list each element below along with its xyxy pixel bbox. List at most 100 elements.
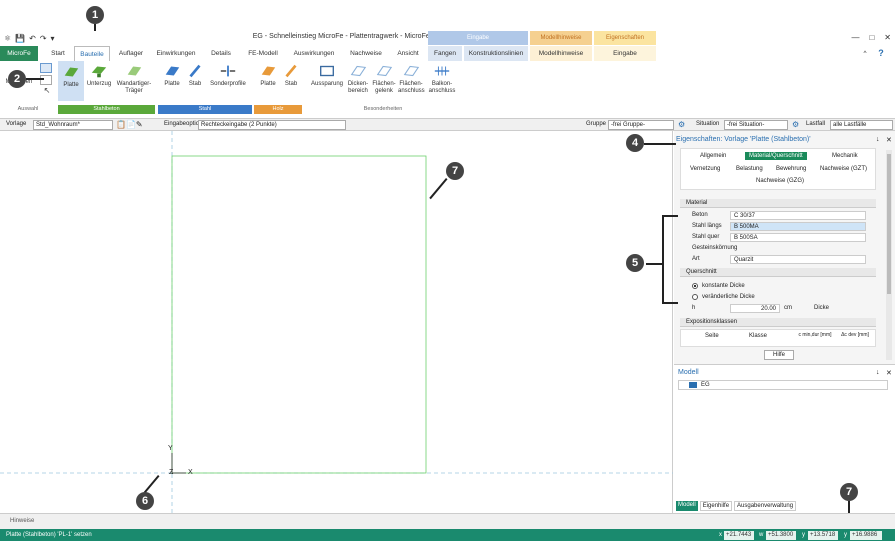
- close-icon[interactable]: ✕: [884, 33, 891, 42]
- group-stahl: Stahl: [158, 105, 252, 114]
- tab-eingabe[interactable]: Eingabe: [594, 46, 656, 61]
- balcony-connection-icon: [434, 66, 450, 76]
- model-pin-icon[interactable]: ↓: [876, 369, 880, 376]
- maximize-icon[interactable]: □: [869, 33, 874, 42]
- save-icon[interactable]: 💾: [15, 34, 25, 43]
- vorlage-select[interactable]: Std_Wohnraum*: [33, 120, 113, 130]
- tab-ansicht[interactable]: Ansicht: [392, 46, 424, 61]
- template-tools-icons[interactable]: 📋📄✎: [116, 120, 143, 129]
- tab-fangen[interactable]: Fangen: [428, 46, 462, 61]
- select-box-icon[interactable]: [40, 63, 52, 73]
- input-toolbar: Vorlage Std_Wohnraum* 📋📄✎ Eingabeoption …: [0, 119, 895, 131]
- tab-fe-modell[interactable]: FE-Modell: [242, 46, 284, 61]
- expo-col-dc: Δc dev [mm]: [841, 332, 869, 338]
- situation-select[interactable]: -frei Situation-: [724, 120, 788, 130]
- sonderprofile-button[interactable]: Sonderprofile: [206, 63, 250, 88]
- pointer-icon[interactable]: ↖: [40, 87, 54, 95]
- stahl-stab-label: Stab: [188, 81, 202, 87]
- drawing-canvas[interactable]: Y Z X: [0, 131, 673, 513]
- tab-bauteile[interactable]: Bauteile: [74, 46, 110, 61]
- platte-button[interactable]: Platte: [58, 61, 84, 101]
- gruppe-select[interactable]: -frei Gruppe-: [608, 120, 674, 130]
- select-poly-icon[interactable]: [40, 75, 52, 85]
- minimize-icon[interactable]: —: [851, 33, 859, 42]
- exposition-table-header: Seite Klasse c min,dur [mm] Δc dev [mm]: [680, 329, 876, 347]
- callout-7-canvas: 7: [446, 162, 464, 180]
- tab-details[interactable]: Details: [206, 46, 236, 61]
- tab-eigenhilfe[interactable]: Eigenhilfe: [699, 501, 733, 511]
- tab-material-querschnitt[interactable]: Material/Querschnitt: [745, 152, 807, 160]
- undo-icon[interactable]: ↶: [29, 34, 36, 43]
- lastfall-filter-icon[interactable]: ⚙: [792, 120, 799, 129]
- tab-vernetzung[interactable]: Vernetzung: [690, 166, 720, 172]
- tab-ausgabenverwaltung[interactable]: Ausgabenverwaltung: [734, 501, 797, 511]
- tab-nachweise-gzg[interactable]: Nachweise (GZG): [756, 178, 804, 184]
- vorlage-label: Vorlage: [6, 121, 27, 127]
- customize-icon[interactable]: ▾: [51, 34, 55, 43]
- redo-icon[interactable]: ↷: [40, 34, 47, 43]
- pin-icon[interactable]: ↓: [876, 136, 880, 143]
- canvas-drawing: [0, 131, 673, 513]
- tab-mechanik[interactable]: Mechanik: [832, 153, 858, 159]
- model-close-icon[interactable]: ✕: [886, 369, 892, 377]
- tab-nachweise-gzt[interactable]: Nachweise (GZT): [820, 166, 867, 172]
- stahl-laengs-select[interactable]: B 500MA: [730, 222, 866, 231]
- tab-einwirkungen[interactable]: Einwirkungen: [152, 46, 200, 61]
- callout-5-bracket-bottom: [662, 302, 678, 304]
- tab-modell[interactable]: Modell: [676, 501, 698, 511]
- tab-microfe[interactable]: MicroFe: [0, 46, 38, 61]
- radio-veraenderliche[interactable]: [692, 294, 698, 300]
- tab-nachweise[interactable]: Nachweise: [344, 46, 388, 61]
- wandartiger-label-1: Wandartiger-: [116, 81, 152, 87]
- h-input[interactable]: 20.00: [730, 304, 780, 313]
- querschnitt-section[interactable]: Querschnitt: [680, 268, 876, 277]
- dickenbereich-button[interactable]: Dicken- bereich: [346, 63, 370, 95]
- lastfall-select[interactable]: alle Lastfälle: [830, 120, 893, 130]
- props-scrollbar-thumb[interactable]: [887, 154, 891, 294]
- stahl-platte-label: Platte: [164, 81, 180, 87]
- wood-bar-icon: [285, 64, 297, 78]
- callout-4: 4: [626, 134, 644, 152]
- aussparung-button[interactable]: Aussparung: [308, 63, 346, 88]
- unterzug-button[interactable]: Unterzug: [86, 63, 112, 88]
- holz-platte-button[interactable]: Platte: [256, 63, 280, 88]
- beton-select[interactable]: C 30/37: [730, 211, 866, 220]
- model-tree-item[interactable]: EG: [678, 380, 888, 390]
- tab-auswirkungen[interactable]: Auswirkungen: [288, 46, 340, 61]
- model-panel: Modell ↓ ✕ EG Modell Eigenhilfe Ausgaben…: [674, 364, 895, 513]
- tab-start[interactable]: Start: [44, 46, 72, 61]
- stahl-stab-button[interactable]: Stab: [186, 63, 204, 88]
- flaechengelenk-button[interactable]: Flächen- gelenk: [372, 63, 396, 95]
- wandartiger-traeger-button[interactable]: Wandartiger- Träger: [114, 63, 154, 95]
- expo-col-klasse: Klasse: [749, 333, 768, 339]
- panel-close-icon[interactable]: ✕: [886, 136, 892, 144]
- art-select[interactable]: Quarzit: [730, 255, 866, 264]
- balkonanschluss-button[interactable]: Balkon- anschluss: [426, 63, 458, 95]
- eingabeoption-select[interactable]: Rechteckeingabe (2 Punkte): [198, 120, 346, 130]
- tab-modellhinweise[interactable]: Modellhinweise: [530, 46, 592, 61]
- properties-title: Eigenschaften: Vorlage 'Platte (Stahlbet…: [676, 136, 811, 143]
- tab-auflager[interactable]: Auflager: [114, 46, 148, 61]
- filter-icon[interactable]: ⚙: [678, 120, 685, 129]
- tab-belastung[interactable]: Belastung: [736, 166, 763, 172]
- tab-konstruktionslinien[interactable]: Konstruktionslinien: [464, 46, 528, 61]
- hinweise-tab[interactable]: Hinweise: [10, 518, 34, 524]
- h-unit: cm: [784, 305, 792, 311]
- stahl-platte-button[interactable]: Platte: [160, 63, 184, 88]
- hilfe-button[interactable]: Hilfe: [764, 350, 794, 360]
- holz-stab-button[interactable]: Stab: [282, 63, 300, 88]
- tab-bewehrung[interactable]: Bewehrung: [776, 166, 806, 172]
- collapse-ribbon-icon[interactable]: ^: [858, 46, 872, 61]
- props-scrollbar[interactable]: [886, 150, 892, 360]
- app-logo-icon[interactable]: ⚛: [4, 34, 11, 43]
- flaechenanschluss-button[interactable]: Flächen- anschluss: [398, 63, 425, 95]
- help-icon[interactable]: ?: [874, 46, 888, 61]
- tab-allgemein[interactable]: Allgemein: [700, 153, 726, 159]
- radio-konstante[interactable]: [692, 283, 698, 289]
- lastfall-label: Lastfall: [806, 121, 826, 127]
- surface-hinge-icon: [376, 65, 393, 77]
- exposition-section[interactable]: Expositionsklassen: [680, 318, 876, 327]
- material-section[interactable]: Material: [680, 199, 876, 208]
- stahl-quer-select[interactable]: B 500SA: [730, 233, 866, 242]
- quick-access-toolbar: ⚛ 💾 ↶ ↷ ▾: [4, 33, 55, 43]
